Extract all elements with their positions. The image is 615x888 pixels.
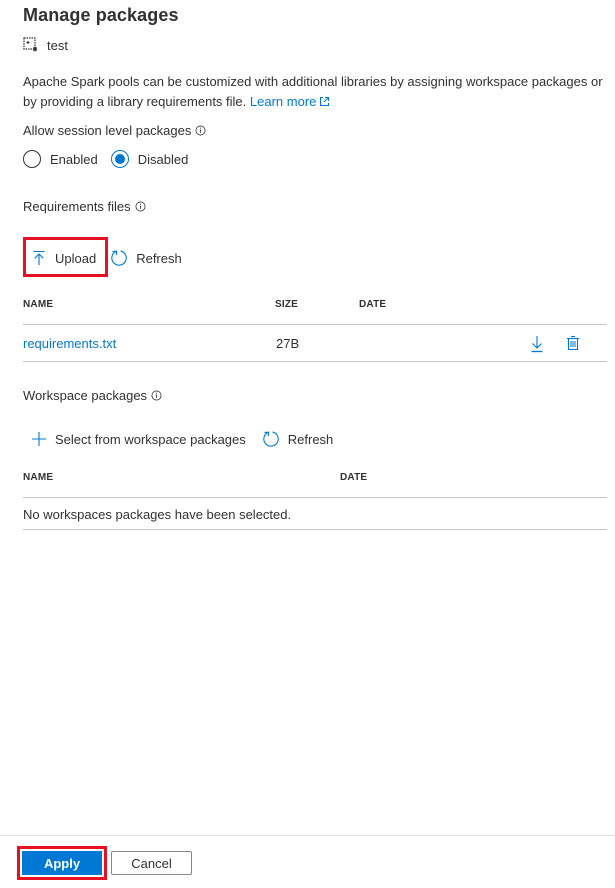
session-packages-label-row: Allow session level packages xyxy=(23,123,206,138)
spark-pool-icon xyxy=(23,37,38,52)
workspace-refresh-button[interactable]: Refresh xyxy=(262,423,334,455)
page-title: Manage packages xyxy=(23,5,179,25)
table-divider xyxy=(23,529,607,530)
file-name-link[interactable]: requirements.txt xyxy=(23,336,116,351)
radio-enabled-label: Enabled xyxy=(50,151,98,167)
learn-more-link[interactable]: Learn more xyxy=(250,94,330,109)
session-packages-label: Allow session level packages xyxy=(23,123,192,138)
refresh-icon xyxy=(263,431,279,447)
workspace-packages-label-row: Workspace packages xyxy=(23,388,162,403)
info-icon[interactable] xyxy=(135,201,146,212)
radio-circle[interactable] xyxy=(23,150,41,168)
requirements-toolbar: Upload Refresh xyxy=(31,242,182,274)
description: Apache Spark pools can be customized wit… xyxy=(23,72,613,112)
column-header-date[interactable]: DATE xyxy=(340,472,367,483)
requirements-label-row: Requirements files xyxy=(23,199,146,214)
upload-icon xyxy=(33,250,45,265)
column-header-size[interactable]: SIZE xyxy=(275,299,298,310)
select-workspace-packages-button[interactable]: Select from workspace packages xyxy=(31,423,246,455)
refresh-label: Refresh xyxy=(136,250,182,266)
pool-name-row: test xyxy=(23,37,68,53)
upload-label: Upload xyxy=(55,250,97,266)
select-workspace-packages-label: Select from workspace packages xyxy=(55,431,246,447)
table-divider xyxy=(23,497,607,498)
column-header-name[interactable]: NAME xyxy=(23,472,53,483)
requirements-label: Requirements files xyxy=(23,199,131,214)
info-icon[interactable] xyxy=(195,125,206,136)
download-icon[interactable] xyxy=(530,335,544,353)
empty-state-message: No workspaces packages have been selecte… xyxy=(23,507,292,522)
refresh-button[interactable]: Refresh xyxy=(110,242,182,274)
workspace-refresh-label: Refresh xyxy=(287,431,334,447)
footer-divider xyxy=(0,835,615,836)
apply-button[interactable]: Apply xyxy=(22,851,102,875)
table-divider xyxy=(23,361,607,362)
workspace-toolbar: Select from workspace packages Refresh xyxy=(31,423,333,455)
external-link-icon xyxy=(320,97,330,106)
refresh-icon xyxy=(111,250,127,266)
upload-button[interactable]: Upload xyxy=(31,242,96,274)
cancel-button[interactable]: Cancel xyxy=(111,851,192,875)
workspace-packages-label: Workspace packages xyxy=(23,388,148,403)
pool-name: test xyxy=(47,37,68,53)
session-packages-radio-group: Enabled Disabled xyxy=(23,150,201,168)
info-icon[interactable] xyxy=(151,390,162,401)
radio-disabled[interactable]: Disabled xyxy=(110,150,189,168)
radio-circle-checked[interactable] xyxy=(110,150,129,168)
radio-enabled[interactable]: Enabled xyxy=(23,150,98,168)
radio-disabled-label: Disabled xyxy=(137,151,189,167)
column-header-name[interactable]: NAME xyxy=(23,299,53,310)
add-icon xyxy=(32,432,46,446)
column-header-date[interactable]: DATE xyxy=(359,299,386,310)
table-divider xyxy=(23,324,607,325)
learn-more-label: Learn more xyxy=(249,94,317,109)
file-size: 27B xyxy=(276,336,300,351)
delete-icon[interactable] xyxy=(566,335,580,351)
